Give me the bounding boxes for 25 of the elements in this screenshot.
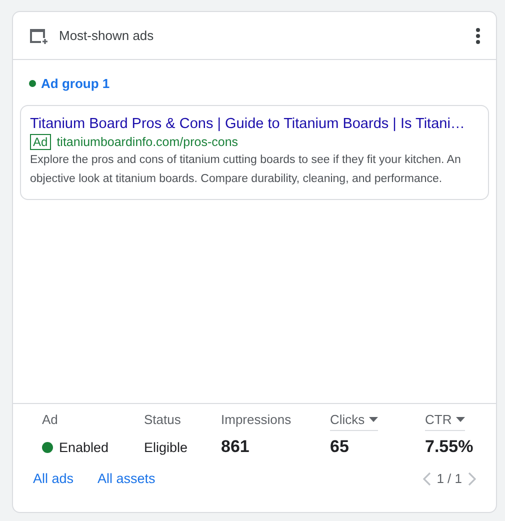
metric-value: 861 — [221, 437, 250, 457]
metric-value: 7.55% — [425, 437, 474, 457]
previous-icon[interactable] — [422, 472, 431, 486]
status-value: Enabled — [59, 440, 109, 454]
footer-link[interactable]: All assets — [98, 471, 156, 486]
sort-caret-icon — [368, 417, 378, 422]
ad-label: Ad — [30, 134, 51, 150]
ad-description: Explore the pros and cons of titanium cutting boards to see if they fit your kitchen. An objective look at titanium boards. Compare durability, cleaning, and performance. — [30, 153, 462, 187]
column-heading[interactable]: Clicks — [330, 412, 378, 431]
column-heading: Impressions — [221, 412, 292, 429]
column-heading[interactable]: CTR — [425, 412, 465, 431]
card-title: Most-shown ads — [59, 28, 155, 43]
status-value: Eligible — [144, 438, 189, 457]
page-indicator: 1 / 1 — [436, 471, 462, 486]
column-heading: Status — [144, 412, 181, 429]
ad-headline: Titanium Board Pros & Cons | Guide to Titanium Boards | Is Titani… — [30, 116, 466, 132]
next-icon[interactable] — [468, 472, 476, 486]
metric-value: 65 — [330, 437, 350, 457]
more-menu-icon[interactable] — [476, 28, 480, 44]
ad-group-link[interactable]: Ad group 1 — [41, 76, 110, 91]
sort-caret-icon — [456, 417, 465, 422]
footer-link[interactable]: All ads — [33, 471, 74, 486]
window-add-icon — [29, 26, 49, 44]
ad-url: titaniumboardinfo.com/pros-cons — [56, 135, 238, 149]
column-heading: Ad — [42, 412, 58, 429]
